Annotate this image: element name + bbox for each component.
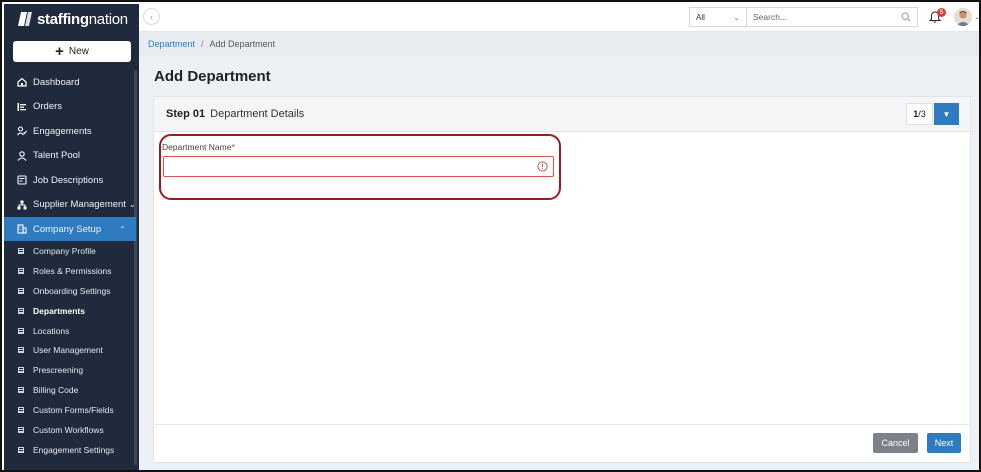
submenu-item-label: Engagement Settings xyxy=(33,444,115,455)
submenu-bullet-icon xyxy=(18,446,24,453)
search-input[interactable] xyxy=(747,8,895,26)
caret-down-icon: ▼ xyxy=(942,109,951,119)
supplier-management-icon xyxy=(17,200,27,210)
step-counter-total: /3 xyxy=(918,109,926,119)
page-title: Add Department xyxy=(154,68,271,85)
submenu-bullet-icon xyxy=(18,347,24,354)
step-counter: 1/3 xyxy=(906,103,933,125)
form-card: Step 01 Department Details 1/3 ▼ Departm… xyxy=(153,96,971,463)
app-window: staffingnation + New Dashboard Orders En… xyxy=(0,0,981,472)
submenu-bullet-icon xyxy=(18,267,24,274)
submenu-item-label: Locations xyxy=(33,325,70,336)
submenu-bullet-icon xyxy=(18,426,24,433)
sidebar-item-label: Supplier Management xyxy=(33,199,126,211)
submenu-bullet-icon xyxy=(18,287,24,294)
submenu-item-label: User Management xyxy=(33,345,103,356)
department-name-label: Department Name* xyxy=(162,142,235,152)
breadcrumb-separator: / xyxy=(201,39,204,49)
sidebar-item-talent-pool[interactable]: Talent Pool xyxy=(4,144,136,169)
submenu-item-engagement-settings[interactable]: Engagement Settings xyxy=(4,440,136,460)
step-header: Step 01 Department Details xyxy=(154,97,970,132)
logo[interactable]: staffingnation xyxy=(4,4,139,34)
submenu-item-label: Departments xyxy=(33,305,85,316)
engagements-icon xyxy=(17,126,27,136)
main-content: Add Department Step 01 Department Detail… xyxy=(139,56,979,470)
cancel-button[interactable]: Cancel xyxy=(873,433,918,453)
submenu-item-label: Prescreening xyxy=(33,365,84,376)
search-icon[interactable] xyxy=(895,8,917,26)
step-toggle-button[interactable]: ▼ xyxy=(934,103,959,125)
form-footer: Cancel Next xyxy=(154,424,970,462)
submenu-bullet-icon xyxy=(18,367,24,374)
step-title: Department Details xyxy=(210,108,305,120)
submenu-item-company-profile[interactable]: Company Profile xyxy=(4,241,136,261)
submenu-item-onboarding-settings[interactable]: Onboarding Settings xyxy=(4,281,136,301)
search-filter-select[interactable]: All ⌄ xyxy=(690,8,747,26)
submenu-item-label: Company Profile xyxy=(33,245,96,256)
next-button[interactable]: Next xyxy=(927,433,961,453)
step-number: Step 01 xyxy=(166,108,206,120)
required-mark: * xyxy=(231,142,235,152)
sidebar-item-company-setup[interactable]: Company Setup ⌃ xyxy=(4,217,136,241)
submenu-bullet-icon xyxy=(18,407,24,414)
sidebar-item-label: Job Descriptions xyxy=(33,174,104,186)
chevron-down-icon: ⌄ xyxy=(128,200,136,210)
sidebar-item-dashboard[interactable]: Dashboard xyxy=(4,70,136,95)
submenu-bullet-icon xyxy=(18,387,24,394)
collapse-sidebar-button[interactable]: ‹ xyxy=(143,8,160,25)
sidebar-item-orders[interactable]: Orders xyxy=(4,95,136,120)
search-filter-value: All xyxy=(696,12,705,22)
orders-icon xyxy=(17,102,27,112)
sidebar-item-job-descriptions[interactable]: Job Descriptions xyxy=(4,168,136,193)
breadcrumb-link-department[interactable]: Department xyxy=(148,39,195,49)
plus-icon: + xyxy=(55,43,64,60)
submenu-item-prescreening[interactable]: Prescreening xyxy=(4,360,136,380)
submenu-bullet-icon xyxy=(18,247,24,254)
submenu-item-label: Billing Code xyxy=(33,385,79,396)
talent-pool-icon xyxy=(17,150,27,161)
submenu-item-label: Roles & Permissions xyxy=(33,265,112,276)
submenu-item-user-management[interactable]: User Management xyxy=(4,340,136,360)
breadcrumb-current: Add Department xyxy=(209,39,276,49)
chevron-left-icon: ‹ xyxy=(150,11,153,22)
sidebar-item-engagements[interactable]: Engagements xyxy=(4,119,136,144)
submenu-item-billing-code[interactable]: Billing Code xyxy=(4,380,136,400)
department-name-field[interactable] xyxy=(163,156,554,177)
submenu-item-custom-forms-fields[interactable]: Custom Forms/Fields xyxy=(4,400,136,420)
chevron-up-icon: ⌃ xyxy=(119,224,126,234)
sidebar-item-label: Orders xyxy=(33,101,63,113)
submenu-item-locations[interactable]: Locations xyxy=(4,321,136,341)
job-descriptions-icon xyxy=(17,175,27,185)
error-icon xyxy=(537,161,548,172)
chevron-down-icon: ⌄ xyxy=(733,12,740,22)
new-button-label: New xyxy=(68,46,89,57)
submenu-item-roles-permissions[interactable]: Roles & Permissions xyxy=(4,261,136,281)
submenu-item-label: Onboarding Settings xyxy=(33,285,111,296)
sidebar-item-label: Company Setup xyxy=(33,223,102,235)
submenu-item-custom-workflows[interactable]: Custom Workflows xyxy=(4,420,136,440)
submenu-bullet-icon xyxy=(18,327,24,334)
sidebar: staffingnation + New Dashboard Orders En… xyxy=(4,4,139,470)
company-setup-icon xyxy=(17,224,27,234)
logo-mark-icon xyxy=(18,12,32,26)
submenu-bullet-icon xyxy=(18,307,24,314)
sidebar-nav: Dashboard Orders Engagements Talent Pool xyxy=(4,70,136,460)
new-button[interactable]: + New xyxy=(13,41,131,62)
sidebar-item-label: Engagements xyxy=(33,125,92,137)
chevron-down-icon[interactable]: ⌄ xyxy=(974,13,979,21)
dashboard-icon xyxy=(17,77,27,87)
avatar[interactable] xyxy=(954,8,972,26)
submenu-item-departments[interactable]: Departments xyxy=(4,301,136,321)
logo-text: staffingnation xyxy=(37,10,128,28)
submenu-item-label: Custom Forms/Fields xyxy=(33,405,114,416)
user-avatar-icon xyxy=(954,8,972,26)
notification-badge: 5 xyxy=(937,8,946,17)
top-bar: ‹ All ⌄ 5 ⌄ xyxy=(139,4,979,32)
search-group: All ⌄ xyxy=(689,7,918,27)
submenu-item-label: Custom Workflows xyxy=(33,424,104,435)
breadcrumb: Department / Add Department xyxy=(139,32,979,56)
sidebar-item-label: Dashboard xyxy=(33,76,80,88)
sidebar-item-label: Talent Pool xyxy=(33,150,81,162)
sidebar-item-supplier-management[interactable]: Supplier Management ⌄ xyxy=(4,193,136,218)
